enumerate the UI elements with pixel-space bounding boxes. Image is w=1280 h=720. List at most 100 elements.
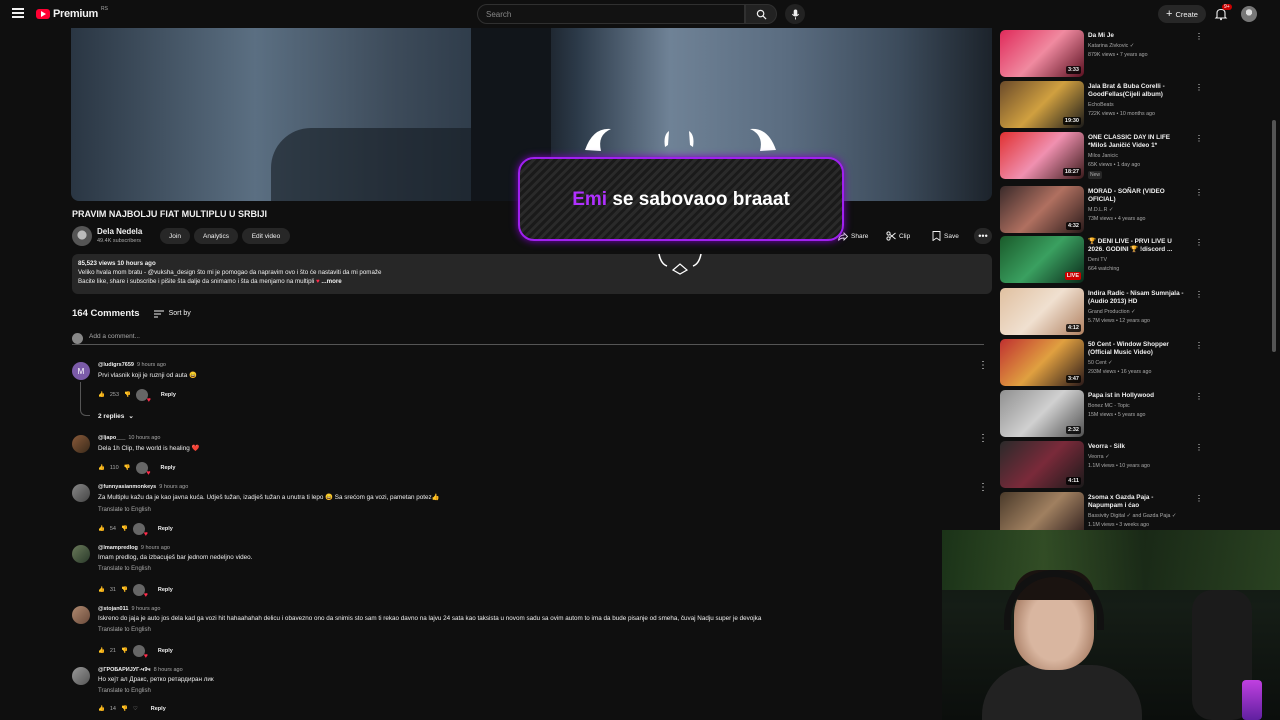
reply-button[interactable]: Reply [151,706,166,712]
analytics-button[interactable]: Analytics [194,228,238,244]
related-channel[interactable]: 50 Cent ✓ [1088,360,1112,366]
video-thumbnail[interactable]: 4:32 [1000,186,1084,233]
related-video-card[interactable]: 18:27 ONE CLASSIC DAY IN LIFE *Miloš Jan… [1000,132,1205,180]
related-channel[interactable]: M.D.L.R ✓ [1088,207,1113,213]
thumbs-down-icon[interactable]: 👎 [121,526,128,532]
comment-author[interactable]: @stojan011 [98,606,128,612]
related-video-card[interactable]: 4:32 MORAD - SOÑAR (VIDEO OFICIAL) M.D.L… [1000,186,1205,234]
show-more-link[interactable]: ...more [321,278,341,285]
related-video-card[interactable]: 3:47 50 Cent - Window Shopper (Official … [1000,339,1205,387]
related-channel[interactable]: Bassivity Digital ✓ and Gazda Paja ✓ [1088,513,1176,519]
more-options-icon[interactable]: ⋮ [1195,84,1203,92]
more-options-icon[interactable]: ⋮ [1195,33,1203,41]
more-options-icon[interactable]: ⋮ [1195,495,1203,503]
comment-menu-icon[interactable]: ⋮ [978,361,988,371]
thumbs-down-icon[interactable]: 👎 [121,587,128,593]
commenter-avatar[interactable] [72,667,90,685]
thumbs-down-icon[interactable]: 👎 [124,465,131,471]
comment-time[interactable]: 9 hours ago [159,484,188,490]
more-options-icon[interactable]: ⋮ [1195,239,1203,247]
related-channel[interactable]: Grand Production ✓ [1088,309,1135,315]
related-video-title[interactable]: Indira Radic - Nisam Sumnjala - (Audio 2… [1088,290,1188,306]
video-description[interactable]: 85,523 views 10 hours ago Veliko hvala m… [72,254,992,294]
related-video-title[interactable]: Jala Brat & Buba Corelli - GoodFellas(Ci… [1088,83,1188,99]
comment-time[interactable]: 10 hours ago [128,435,160,441]
related-video-card[interactable]: 4:11 Veorra - Silk Veorra ✓ 1.1M views •… [1000,441,1205,489]
comment-time[interactable]: 8 hours ago [154,667,183,673]
reply-button[interactable]: Reply [161,465,176,471]
join-button[interactable]: Join [160,228,190,244]
page-scrollbar[interactable] [1272,120,1276,352]
video-thumbnail[interactable]: 2:32 [1000,390,1084,437]
related-video-card[interactable]: 2:32 Papa ist in Hollywood Bonez MC - To… [1000,390,1205,438]
more-options-icon[interactable]: ⋮ [1195,444,1203,452]
commenter-avatar[interactable] [72,545,90,563]
related-channel[interactable]: Milos Janicic [1088,153,1118,159]
account-avatar[interactable] [1241,6,1257,22]
thumbs-up-icon[interactable]: 👍 [98,465,105,471]
video-thumbnail[interactable]: 3:33 [1000,30,1084,77]
related-channel[interactable]: Katarina Zivkovic ✓ [1088,43,1134,49]
search-input[interactable]: Search [477,4,745,24]
heart-outline-icon[interactable]: ♡ [133,706,138,712]
video-thumbnail[interactable]: 19:30 [1000,81,1084,128]
creator-heart-icon[interactable] [132,584,148,599]
related-video-title[interactable]: Veorra - Silk [1088,443,1188,451]
save-button[interactable]: Save [932,228,959,244]
creator-heart-icon[interactable] [135,389,151,404]
thumbs-up-icon[interactable]: 👍 [98,526,105,532]
thumbs-up-icon[interactable]: 👍 [98,587,105,593]
more-options-icon[interactable]: ⋮ [1195,135,1203,143]
more-actions-button[interactable]: ••• [974,228,992,244]
comment-time[interactable]: 9 hours ago [141,545,170,551]
related-video-card[interactable]: LIVE 🏆 DENI LIVE - PRVI LIVE U 2026. GOD… [1000,236,1205,284]
commenter-avatar[interactable] [72,435,90,453]
video-thumbnail[interactable]: 4:11 [1000,441,1084,488]
comment-author[interactable]: @ljapo___ [98,435,125,441]
comment-menu-icon[interactable]: ⋮ [978,483,988,493]
sort-by-button[interactable]: Sort by [153,310,191,318]
channel-name[interactable]: Dela Nedela [97,227,142,236]
more-options-icon[interactable]: ⋮ [1195,189,1203,197]
commenter-avatar[interactable] [72,606,90,624]
comment-menu-icon[interactable]: ⋮ [978,434,988,444]
commenter-avatar[interactable]: M [72,362,90,380]
reply-button[interactable]: Reply [158,526,173,532]
related-channel[interactable]: EchoBeats [1088,102,1114,108]
related-video-title[interactable]: 50 Cent - Window Shopper (Official Music… [1088,341,1188,357]
related-video-title[interactable]: 2soma x Gazda Paja - Napumpam i ćao [1088,494,1188,510]
comment-author[interactable]: @ludigrs7659 [98,362,134,368]
related-video-title[interactable]: MORAD - SOÑAR (VIDEO OFICIAL) [1088,188,1188,204]
comment-author[interactable]: @lmampredlog [98,545,138,551]
search-button[interactable] [745,4,777,24]
hamburger-menu-icon[interactable] [12,8,24,18]
related-video-card[interactable]: 4:12 Indira Radic - Nisam Sumnjala - (Au… [1000,288,1205,336]
more-options-icon[interactable]: ⋮ [1195,393,1203,401]
translate-link[interactable]: Translate to English [98,566,151,572]
related-channel[interactable]: Deni TV [1088,257,1107,263]
show-replies-button[interactable]: 2 replies ⌄ [98,412,134,421]
related-video-card[interactable]: 3:33 Da Mi Je Katarina Zivkovic ✓ 879K v… [1000,30,1205,78]
translate-link[interactable]: Translate to English [98,507,151,513]
thumbs-up-icon[interactable]: 👍 [98,648,105,654]
thumbs-down-icon[interactable]: 👎 [121,706,128,712]
comment-author[interactable]: @ГРОБАРИЈУГ-ч9ч [98,667,151,673]
video-thumbnail[interactable]: 18:27 [1000,132,1084,179]
video-thumbnail[interactable]: 4:12 [1000,288,1084,335]
thumbs-down-icon[interactable]: 👎 [124,392,131,398]
comment-author[interactable]: @funnyasianmonkeys [98,484,156,490]
creator-heart-icon[interactable] [135,462,151,477]
translate-link[interactable]: Translate to English [98,627,151,633]
create-button[interactable]: + Create [1158,5,1206,23]
thumbs-up-icon[interactable]: 👍 [98,392,105,398]
more-options-icon[interactable]: ⋮ [1195,342,1203,350]
comment-time[interactable]: 9 hours ago [137,362,166,368]
translate-link[interactable]: Translate to English [98,688,151,694]
youtube-premium-logo[interactable]: Premium RS [36,6,108,20]
related-video-title[interactable]: ONE CLASSIC DAY IN LIFE *Miloš Janičić V… [1088,134,1188,150]
voice-search-button[interactable] [785,4,805,24]
related-video-title[interactable]: Da Mi Je [1088,32,1188,40]
thumbs-down-icon[interactable]: 👎 [121,648,128,654]
related-channel[interactable]: Veorra ✓ [1088,454,1110,460]
more-options-icon[interactable]: ⋮ [1195,291,1203,299]
